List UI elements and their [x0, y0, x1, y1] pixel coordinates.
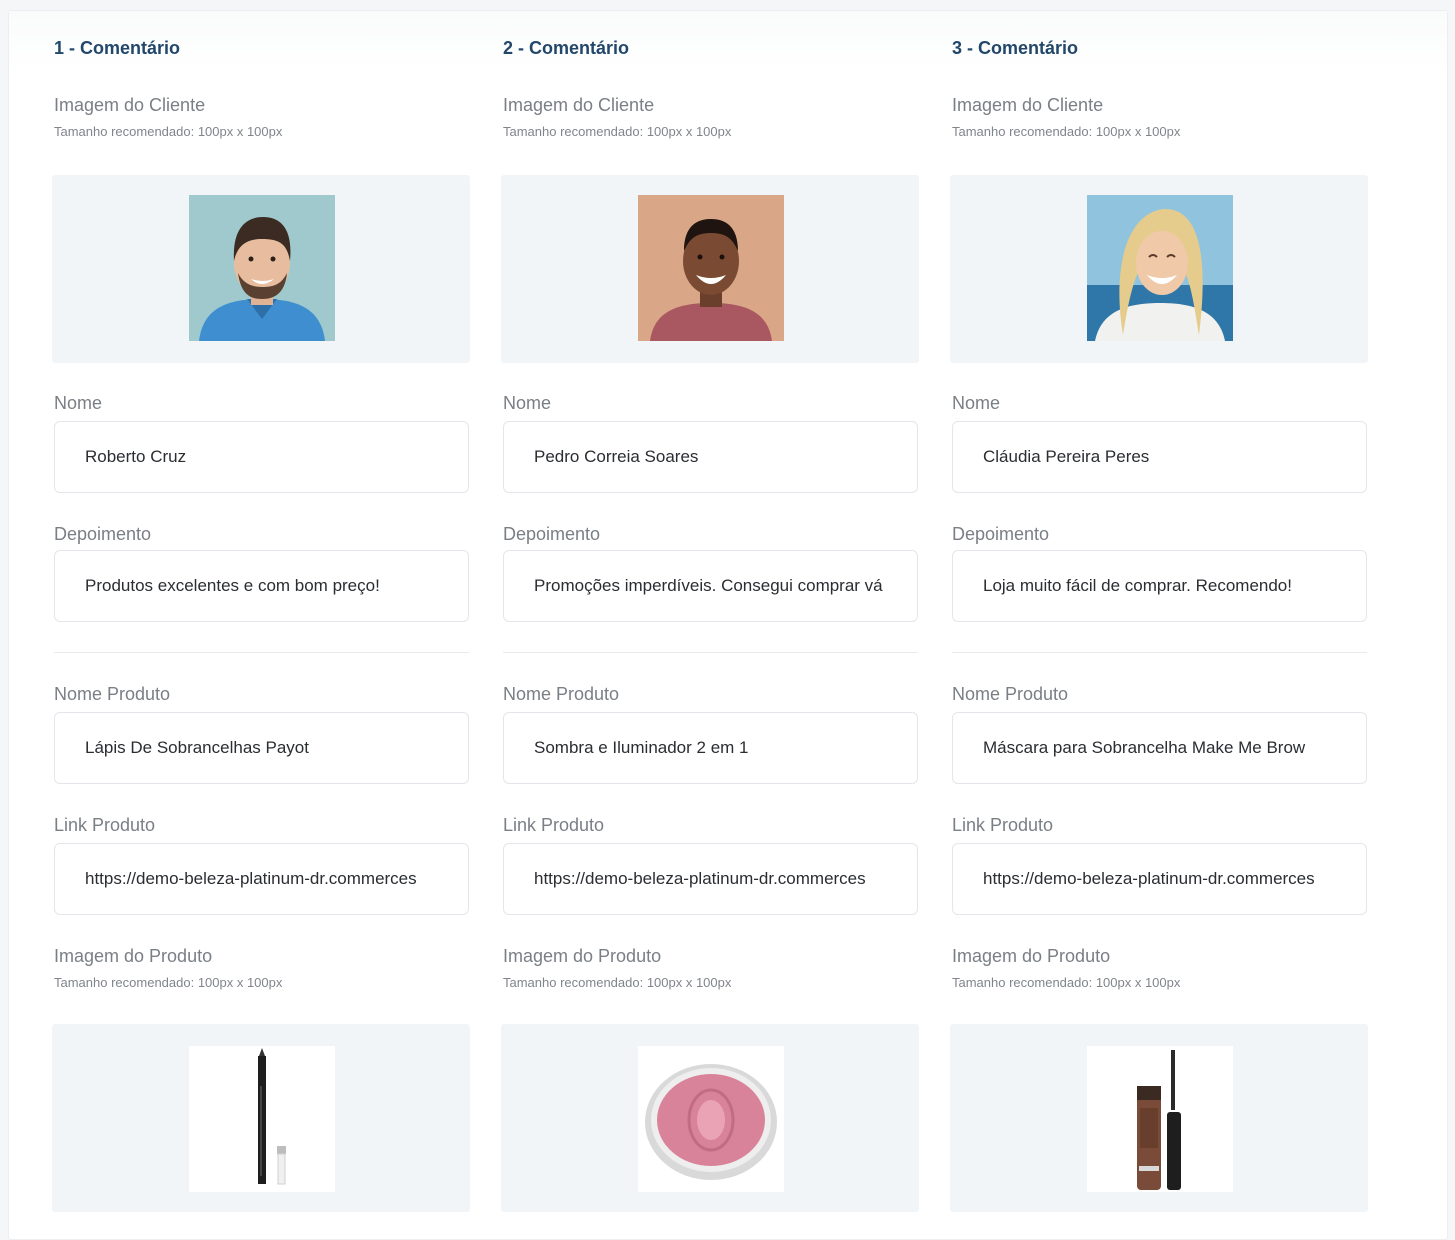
- product-image-label: Imagem do Produto: [54, 946, 213, 966]
- man-smiling-blue-shirt-photo-icon: [189, 195, 335, 341]
- product-name-input[interactable]: Lápis De Sobrancelhas Payot: [54, 712, 469, 784]
- product-link-label: Link Produto: [952, 815, 1054, 835]
- man-smiling-red-shirt-photo-icon: [638, 195, 784, 341]
- product-image-hint: Tamanho recomendado: 100px x 100px: [952, 975, 1181, 990]
- client-image-upload[interactable]: [501, 175, 919, 363]
- product-image-label: Imagem do Produto: [952, 946, 1111, 966]
- testimonial-input[interactable]: Produtos excelentes e com bom preço!: [54, 550, 469, 622]
- testimonial-label: Depoimento: [952, 524, 1050, 544]
- product-name-label: Nome Produto: [503, 684, 620, 704]
- testimonial-input[interactable]: Promoções imperdíveis. Consegui comprar …: [503, 550, 918, 622]
- product-image-upload[interactable]: [52, 1024, 470, 1212]
- product-link-input[interactable]: https://demo-beleza-platinum-dr.commerce…: [952, 843, 1367, 915]
- client-image-upload[interactable]: [52, 175, 470, 363]
- pink-blush-compact-photo-icon: [638, 1046, 784, 1192]
- product-name-label: Nome Produto: [54, 684, 171, 704]
- name-input[interactable]: Pedro Correia Soares: [503, 421, 918, 493]
- client-image-hint: Tamanho recomendado: 100px x 100px: [54, 124, 283, 139]
- product-name-input[interactable]: Máscara para Sobrancelha Make Me Brow: [952, 712, 1367, 784]
- product-link-label: Link Produto: [503, 815, 605, 835]
- client-image-hint: Tamanho recomendado: 100px x 100px: [952, 124, 1181, 139]
- testimonials-panel: 1 - Comentário Imagem do Cliente Tamanho…: [8, 10, 1448, 1240]
- client-image-label: Imagem do Cliente: [503, 95, 655, 115]
- product-link-input[interactable]: https://demo-beleza-platinum-dr.commerce…: [54, 843, 469, 915]
- client-image-hint: Tamanho recomendado: 100px x 100px: [503, 124, 732, 139]
- column-title: 3 - Comentário: [952, 38, 1079, 58]
- woman-smiling-beach-photo-icon: [1087, 195, 1233, 341]
- panel-header-strip: [9, 11, 1447, 71]
- column-title: 1 - Comentário: [54, 38, 181, 58]
- section-divider: [54, 652, 469, 653]
- product-name-input[interactable]: Sombra e Iluminador 2 em 1: [503, 712, 918, 784]
- testimonial-input[interactable]: Loja muito fácil de comprar. Recomendo!: [952, 550, 1367, 622]
- brow-mascara-tube-photo-icon: [1087, 1046, 1233, 1192]
- product-image-hint: Tamanho recomendado: 100px x 100px: [503, 975, 732, 990]
- product-name-label: Nome Produto: [952, 684, 1069, 704]
- product-link-input[interactable]: https://demo-beleza-platinum-dr.commerce…: [503, 843, 918, 915]
- name-label: Nome: [503, 393, 552, 413]
- section-divider: [503, 652, 918, 653]
- testimonial-label: Depoimento: [54, 524, 152, 544]
- product-image-hint: Tamanho recomendado: 100px x 100px: [54, 975, 283, 990]
- name-input[interactable]: Cláudia Pereira Peres: [952, 421, 1367, 493]
- client-image-label: Imagem do Cliente: [952, 95, 1104, 115]
- client-image-upload[interactable]: [950, 175, 1368, 363]
- name-label: Nome: [54, 393, 103, 413]
- name-input[interactable]: Roberto Cruz: [54, 421, 469, 493]
- name-label: Nome: [952, 393, 1001, 413]
- product-image-upload[interactable]: [501, 1024, 919, 1212]
- section-divider: [952, 652, 1367, 653]
- client-image-label: Imagem do Cliente: [54, 95, 206, 115]
- column-title: 2 - Comentário: [503, 38, 630, 58]
- product-link-label: Link Produto: [54, 815, 156, 835]
- product-image-label: Imagem do Produto: [503, 946, 662, 966]
- eyebrow-pencil-photo-icon: [189, 1046, 335, 1192]
- product-image-upload[interactable]: [950, 1024, 1368, 1212]
- testimonial-label: Depoimento: [503, 524, 601, 544]
